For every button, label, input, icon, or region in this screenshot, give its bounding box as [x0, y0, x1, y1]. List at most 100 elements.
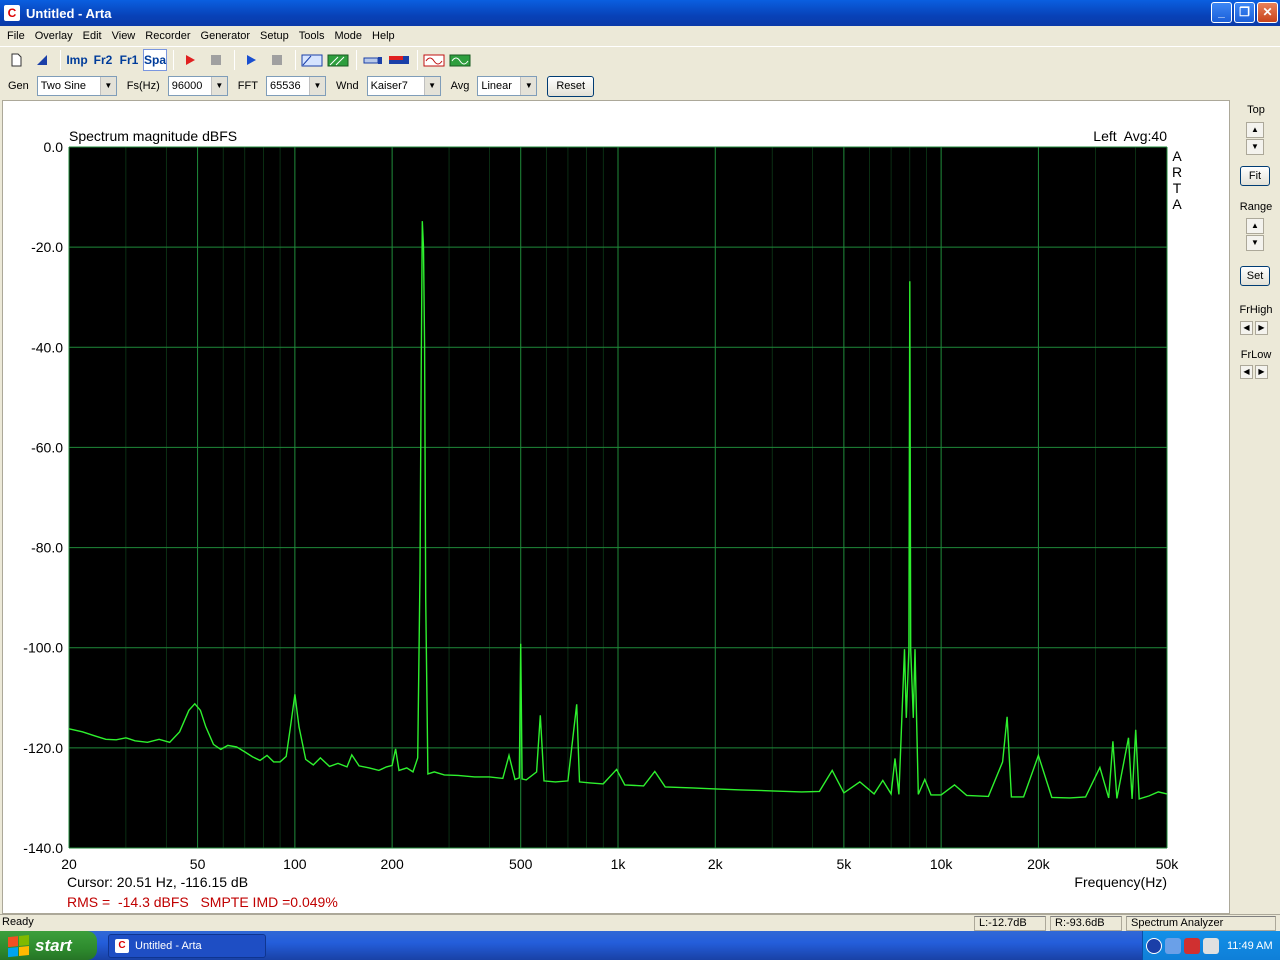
right-level: R:-93.6dB [1050, 916, 1122, 931]
network-icon[interactable] [1165, 937, 1181, 954]
menu-generator[interactable]: Generator [196, 30, 256, 42]
menu-view[interactable]: View [107, 30, 141, 42]
oscilloscope-icon[interactable] [448, 49, 472, 71]
x-tick-label: 20 [61, 856, 77, 872]
chevron-down-icon[interactable]: ▼ [520, 77, 537, 95]
x-tick-labels: 20 50 100 200 500 1k 2k 5k 10k 20k 50k [61, 856, 1179, 872]
toolbar-separator [173, 49, 175, 70]
maximize-button[interactable]: ❐ [1234, 2, 1255, 23]
close-button[interactable]: ✕ [1257, 2, 1278, 23]
menu-tools[interactable]: Tools [294, 30, 330, 42]
y-tick-label: -20.0 [31, 239, 63, 255]
x-tick-label: 2k [708, 856, 724, 872]
taskbar-item-arta[interactable]: C Untitled - Arta [108, 934, 266, 958]
chevron-down-icon[interactable]: ▼ [308, 77, 325, 95]
x-tick-label: 50k [1156, 856, 1180, 872]
top-down-icon[interactable]: ▼ [1246, 139, 1264, 155]
audio-device-icon[interactable] [361, 49, 385, 71]
color-settings-icon[interactable] [326, 49, 350, 71]
spectrum-chart[interactable]: 0.0 -20.0 -40.0 -60.0 -80.0 -100.0 -120.0 -140.… [3, 101, 1229, 913]
set-button[interactable]: Set [1240, 266, 1270, 286]
window-value: Kaiser7 [370, 80, 408, 92]
y-tick-labels: 0.0 -20.0 -40.0 -60.0 -80.0 -100.0 -120.0 -140.… [23, 139, 63, 856]
signal-generator-icon[interactable] [422, 49, 446, 71]
y-tick-label: -40.0 [31, 339, 63, 355]
x-tick-label: 100 [283, 856, 307, 872]
fft-size-select[interactable]: 65536 ▼ [265, 76, 326, 96]
windows-logo-icon [8, 934, 30, 957]
taskbar: start C Untitled - Arta 11:49 AM [0, 931, 1280, 960]
clock: 11:49 AM [1227, 939, 1273, 952]
chevron-left-icon[interactable]: ◀ [1240, 365, 1253, 379]
stop-generator-icon[interactable] [265, 49, 289, 71]
menu-edit[interactable]: Edit [78, 30, 107, 42]
range-down-icon[interactable]: ▼ [1246, 235, 1264, 251]
stop-icon[interactable] [204, 49, 228, 71]
frhigh-arrows: ◀ ▶ [1240, 321, 1268, 335]
samplerate-select[interactable]: 96000 ▼ [167, 76, 228, 96]
toolbar-separator [234, 49, 236, 70]
fr1-mode-button[interactable]: Fr1 [117, 49, 141, 71]
watermark-letter: A [1172, 196, 1182, 212]
chevron-down-icon[interactable]: ▼ [210, 77, 227, 95]
spectrum-plot-panel: 0.0 -20.0 -40.0 -60.0 -80.0 -100.0 -120.0 -140.… [2, 100, 1230, 914]
y-tick-label: -120.0 [23, 740, 63, 756]
chevron-right-icon[interactable]: ▶ [1255, 365, 1268, 379]
menu-help[interactable]: Help [367, 30, 400, 42]
avg-label: Avg [450, 80, 470, 92]
reset-button[interactable]: Reset [547, 75, 595, 97]
range-label: Range [1239, 201, 1273, 213]
toolbar: Imp Fr2 Fr1 Spa [0, 46, 1280, 72]
range-up-icon[interactable]: ▲ [1246, 218, 1264, 234]
generator-select[interactable]: Two Sine ▼ [36, 76, 117, 96]
chevron-down-icon[interactable]: ▼ [423, 77, 440, 95]
gen-label: Gen [8, 80, 29, 92]
system-tray: 11:49 AM [1142, 931, 1280, 960]
imp-mode-button[interactable]: Imp [65, 49, 89, 71]
top-up-icon[interactable]: ▲ [1246, 122, 1264, 138]
fr2-mode-button[interactable]: Fr2 [91, 49, 115, 71]
window-select[interactable]: Kaiser7 ▼ [366, 76, 441, 96]
menu-mode[interactable]: Mode [329, 30, 367, 42]
frlow-arrows: ◀ ▶ [1240, 365, 1268, 379]
y-tick-label: -100.0 [23, 640, 63, 656]
x-axis-label: Frequency(Hz) [1074, 874, 1167, 890]
toolbar-separator [356, 49, 358, 70]
arta-watermark: ARTA [1172, 148, 1182, 212]
play-icon[interactable] [239, 49, 263, 71]
start-button[interactable]: start [0, 931, 97, 960]
record-icon[interactable] [178, 49, 202, 71]
top-label: Top [1247, 104, 1265, 116]
app-icon: C [4, 5, 20, 21]
window-title: Untitled - Arta [26, 5, 112, 21]
window-controls: _ ❐ ✕ [1211, 2, 1278, 23]
status-bar: Ready L:-12.7dB R:-93.6dB Spectrum Analy… [0, 914, 1280, 931]
menu-recorder[interactable]: Recorder [140, 30, 195, 42]
averaging-select[interactable]: Linear ▼ [477, 76, 538, 96]
chevron-down-icon[interactable]: ▼ [99, 77, 116, 95]
level-meter-icon[interactable] [387, 49, 411, 71]
toolbar-separator [60, 49, 61, 70]
volume-icon[interactable] [1203, 937, 1219, 954]
menu-file[interactable]: File [2, 30, 30, 42]
left-level: L:-12.7dB [974, 916, 1046, 931]
spa-mode-button[interactable]: Spa [143, 48, 168, 71]
watermark-letter: A [1172, 148, 1182, 164]
open-icon[interactable] [30, 49, 54, 71]
status-text: Ready [2, 916, 34, 928]
chevron-right-icon[interactable]: ▶ [1255, 321, 1268, 335]
analyzer-settings-bar: Gen Two Sine ▼ Fs(Hz) 96000 ▼ FFT 65536 ▼ W… [0, 73, 1280, 99]
menu-overlay[interactable]: Overlay [30, 30, 78, 42]
shield-icon[interactable] [1184, 937, 1200, 954]
minimize-button[interactable]: _ [1211, 2, 1232, 23]
scale-control-panel: Top ▲ ▼ Fit Range ▲ ▼ Set FrHigh ◀ ▶ FrLo… [1232, 100, 1280, 914]
chevron-left-icon[interactable]: ◀ [1240, 321, 1253, 335]
fit-button[interactable]: Fit [1240, 166, 1270, 186]
abc-icon[interactable] [300, 49, 324, 71]
channel-label: Left Avg:40 [1093, 128, 1167, 144]
title-bar: C Untitled - Arta _ ❐ ✕ [0, 0, 1280, 26]
chevron-left-icon[interactable] [1146, 937, 1162, 954]
new-file-icon[interactable] [4, 49, 28, 71]
y-tick-label: -140.0 [23, 840, 63, 856]
menu-setup[interactable]: Setup [255, 30, 294, 42]
